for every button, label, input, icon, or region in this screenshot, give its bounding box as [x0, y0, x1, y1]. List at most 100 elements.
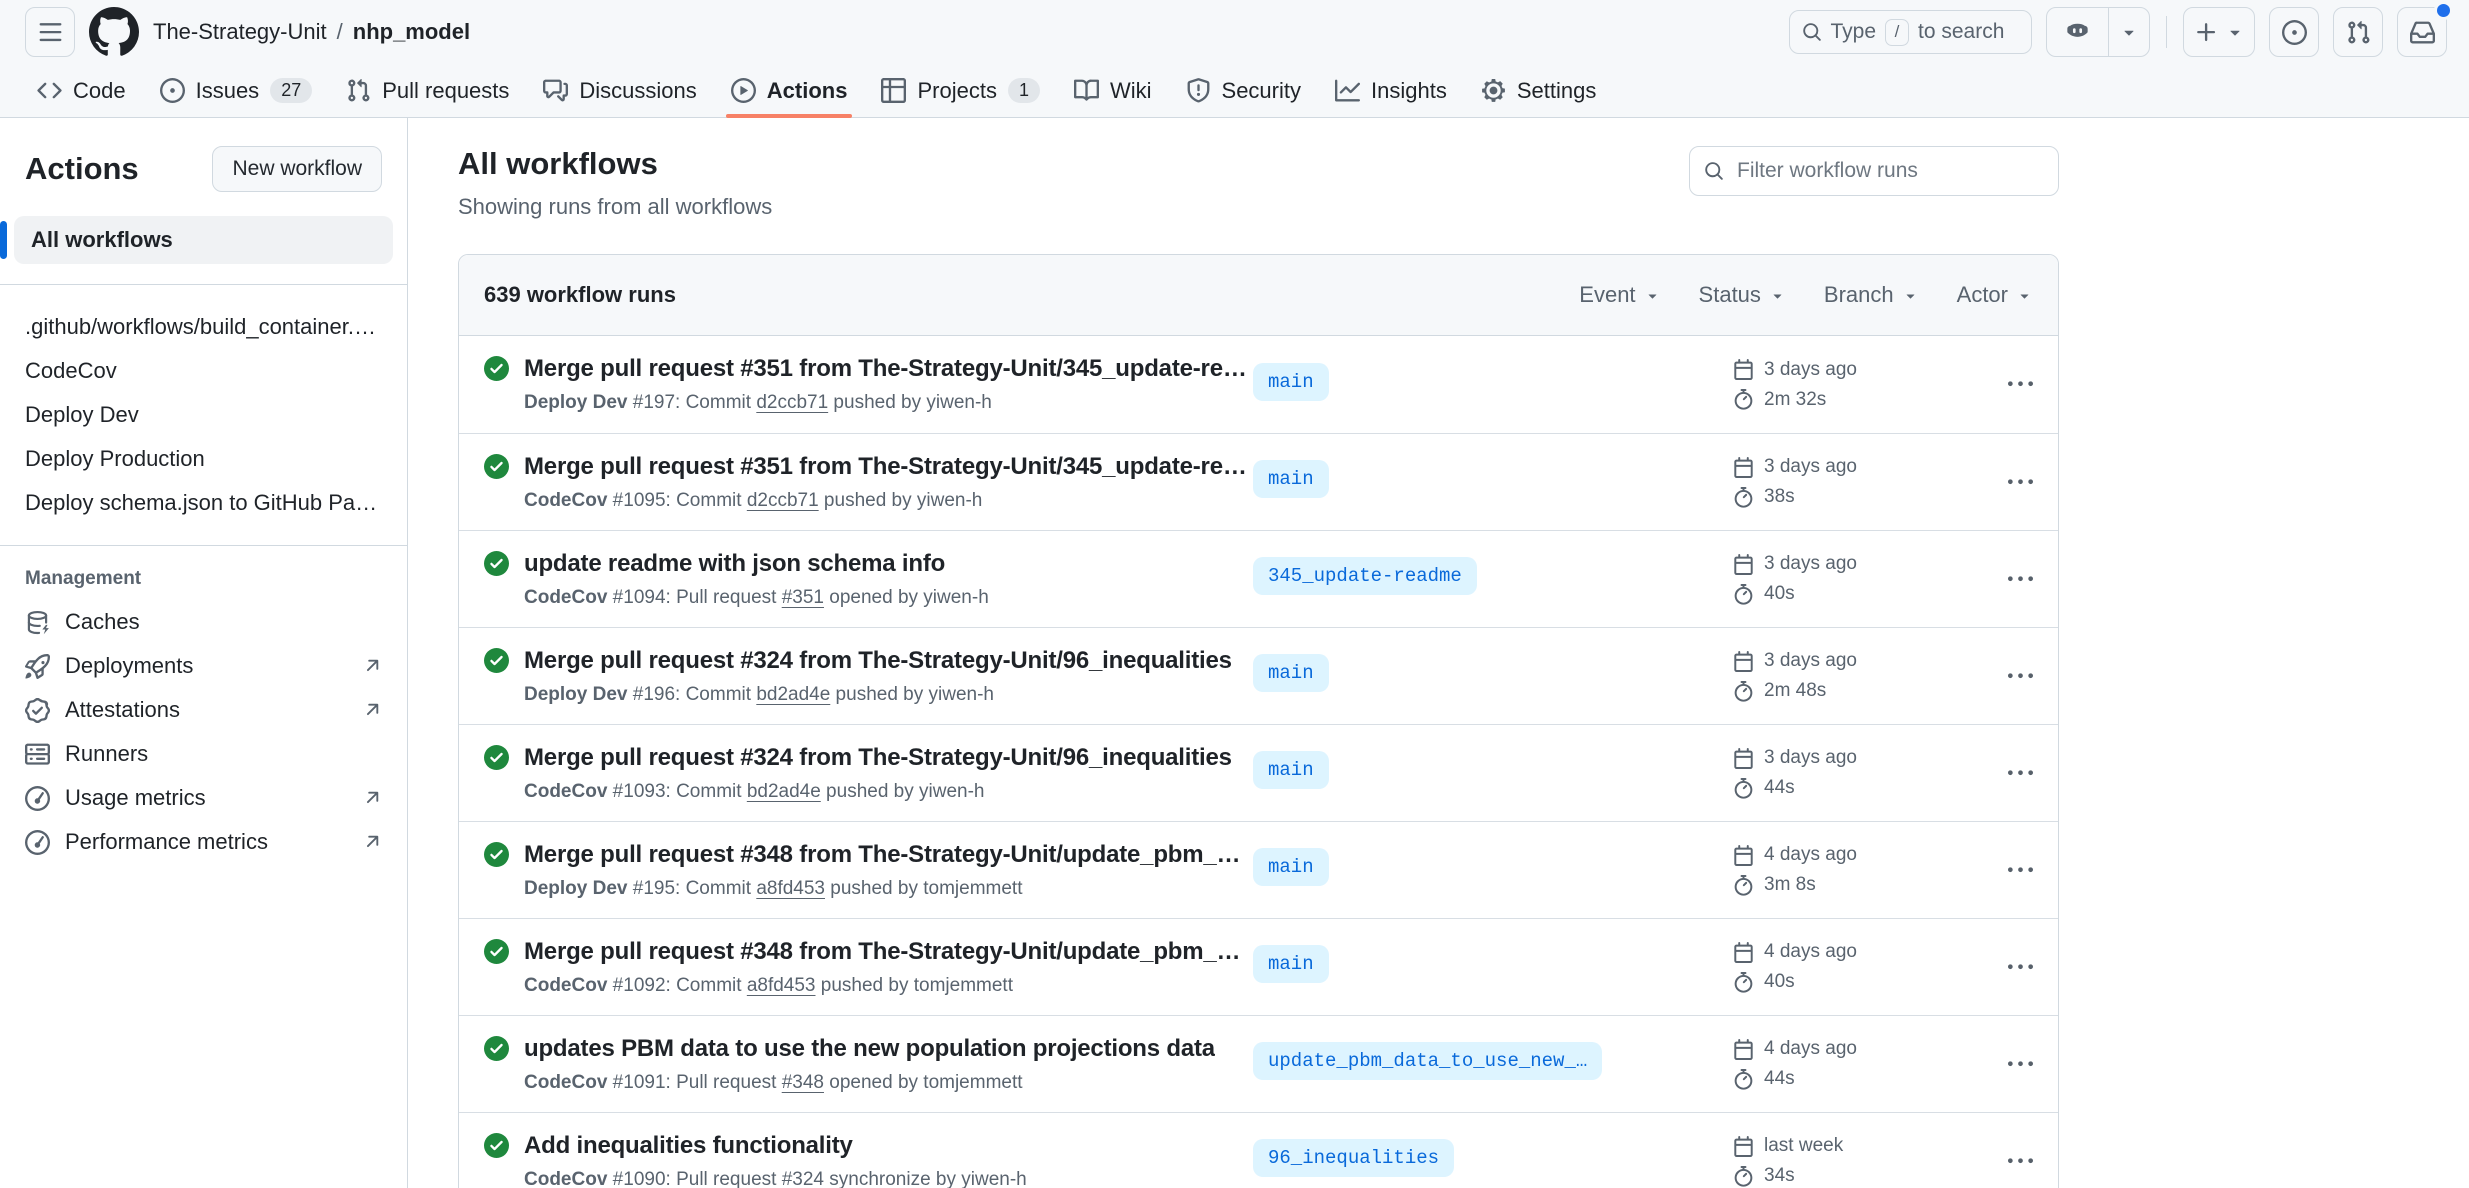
workflow-link[interactable]: .github/workflows/build_container.yaml: [25, 305, 382, 349]
run-title-link[interactable]: Add inequalities functionality: [524, 1132, 1027, 1160]
branch-badge[interactable]: main: [1253, 654, 1329, 692]
run-age-label: last week: [1764, 1135, 1843, 1157]
tab-projects[interactable]: Projects1: [866, 64, 1055, 117]
filter-dropdown-status[interactable]: Status: [1699, 282, 1786, 308]
run-title-link[interactable]: Merge pull request #324 from The-Strateg…: [524, 647, 1232, 675]
run-workflow-name: CodeCov: [524, 490, 607, 511]
sidebar-item-attestations[interactable]: Attestations: [25, 688, 382, 732]
search-placeholder-after: to search: [1918, 20, 2004, 44]
run-commit-link[interactable]: a8fd453: [756, 878, 825, 899]
repo-tabs: CodeIssues27Pull requestsDiscussionsActi…: [0, 64, 2469, 118]
run-description: CodeCov #1094: Pull request #351 opened …: [524, 587, 989, 609]
tab-wiki[interactable]: Wiki: [1059, 64, 1167, 117]
run-meta: 4 days ago3m 8s: [1733, 844, 1983, 896]
branch-badge[interactable]: main: [1253, 945, 1329, 983]
sidebar-item-usage-metrics[interactable]: Usage metrics: [25, 776, 382, 820]
issues-dashboard-button[interactable]: [2269, 7, 2319, 57]
run-text-block: update readme with json schema info CodeC…: [524, 550, 989, 609]
breadcrumb-owner[interactable]: The-Strategy-Unit: [153, 19, 327, 45]
tab-issues[interactable]: Issues27: [145, 64, 328, 117]
sidebar-item-runners[interactable]: Runners: [25, 732, 382, 776]
branch-badge[interactable]: 345_update-readme: [1253, 557, 1477, 595]
run-options-button[interactable]: [1983, 955, 2033, 980]
branch-badge[interactable]: main: [1253, 460, 1329, 498]
branch-badge[interactable]: main: [1253, 363, 1329, 401]
run-title-link[interactable]: updates PBM data to use the new populati…: [524, 1035, 1215, 1063]
filter-dropdown-event[interactable]: Event: [1579, 282, 1660, 308]
run-commit-link[interactable]: d2ccb71: [756, 392, 828, 413]
run-commit-link[interactable]: bd2ad4e: [747, 781, 821, 802]
git-pull-request-icon: [346, 78, 371, 103]
run-meta: 4 days ago40s: [1733, 941, 1983, 993]
tab-settings[interactable]: Settings: [1466, 64, 1612, 117]
run-duration-label: 44s: [1764, 1068, 1795, 1090]
run-duration: 34s: [1733, 1165, 1983, 1187]
run-title-link[interactable]: Merge pull request #351 from The-Strateg…: [524, 355, 1253, 383]
page-title: All workflows: [458, 146, 772, 182]
new-workflow-button[interactable]: New workflow: [212, 146, 382, 192]
workflow-link[interactable]: CodeCov: [25, 349, 382, 393]
global-search-button[interactable]: Type / to search: [1789, 10, 2032, 54]
branch-badge[interactable]: main: [1253, 751, 1329, 789]
run-options-button[interactable]: [1983, 372, 2033, 397]
tab-security[interactable]: Security: [1171, 64, 1316, 117]
run-duration: 40s: [1733, 971, 1983, 993]
sidebar-item-all-workflows[interactable]: All workflows: [14, 216, 393, 264]
github-mark-icon: [89, 7, 139, 57]
run-title-link[interactable]: update readme with json schema info: [524, 550, 989, 578]
run-commit-link[interactable]: #348: [782, 1072, 824, 1093]
run-options-button[interactable]: [1983, 1149, 2033, 1174]
filter-dropdown-label: Status: [1699, 282, 1761, 308]
run-options-button[interactable]: [1983, 664, 2033, 689]
branch-badge[interactable]: main: [1253, 848, 1329, 886]
run-options-button[interactable]: [1983, 1052, 2033, 1077]
run-age: 3 days ago: [1733, 553, 1983, 575]
run-title-link[interactable]: Merge pull request #348 from The-Strateg…: [524, 938, 1253, 966]
pull-requests-dashboard-button[interactable]: [2333, 7, 2383, 57]
run-meta: 3 days ago2m 32s: [1733, 359, 1983, 411]
breadcrumb-repo[interactable]: nhp_model: [353, 19, 470, 45]
run-commit-link[interactable]: a8fd453: [747, 975, 816, 996]
runs-filter-dropdowns: Event Status Branch Actor: [1579, 282, 2033, 308]
branch-badge[interactable]: update_pbm_data_to_use_new_…: [1253, 1042, 1602, 1080]
stopwatch-icon: [1733, 972, 1754, 993]
tab-actions[interactable]: Actions: [716, 64, 863, 117]
run-commit-link[interactable]: #324: [782, 1169, 824, 1188]
run-commit-link[interactable]: bd2ad4e: [756, 684, 830, 705]
sidebar-item-performance-metrics[interactable]: Performance metrics: [25, 820, 382, 864]
copilot-dropdown-button[interactable]: [2109, 8, 2149, 56]
stopwatch-icon: [1733, 389, 1754, 410]
filter-workflow-runs-input[interactable]: [1735, 158, 2044, 184]
run-options-button[interactable]: [1983, 761, 2033, 786]
hamburger-menu-button[interactable]: [25, 7, 75, 57]
tab-discussions[interactable]: Discussions: [528, 64, 711, 117]
run-title-link[interactable]: Merge pull request #324 from The-Strateg…: [524, 744, 1232, 772]
sidebar-item-caches[interactable]: Caches: [25, 600, 382, 644]
branch-badge[interactable]: 96_inequalities: [1253, 1139, 1454, 1177]
run-options-button[interactable]: [1983, 567, 2033, 592]
workflow-link[interactable]: Deploy Production: [25, 437, 382, 481]
run-title-link[interactable]: Merge pull request #348 from The-Strateg…: [524, 841, 1253, 869]
copilot-button[interactable]: [2047, 8, 2109, 56]
sidebar-item-deployments[interactable]: Deployments: [25, 644, 382, 688]
github-logo[interactable]: [89, 7, 139, 57]
run-commit-link[interactable]: #351: [782, 587, 824, 608]
tab-pull-requests[interactable]: Pull requests: [331, 64, 524, 117]
run-meta: 3 days ago44s: [1733, 747, 1983, 799]
workflow-link[interactable]: Deploy Dev: [25, 393, 382, 437]
tab-code[interactable]: Code: [22, 64, 141, 117]
run-text-block: Merge pull request #351 from The-Strateg…: [524, 453, 1253, 512]
workflow-link[interactable]: Deploy schema.json to GitHub Pages: [25, 481, 382, 525]
tab-insights[interactable]: Insights: [1320, 64, 1462, 117]
run-commit-link[interactable]: d2ccb71: [747, 490, 819, 511]
notifications-inbox-button[interactable]: [2397, 7, 2447, 57]
kebab-menu-icon: [2008, 1052, 2033, 1077]
run-options-button[interactable]: [1983, 470, 2033, 495]
run-duration-label: 40s: [1764, 971, 1795, 993]
run-title-link[interactable]: Merge pull request #351 from The-Strateg…: [524, 453, 1253, 481]
run-workflow-name: CodeCov: [524, 1072, 607, 1093]
create-new-button[interactable]: [2183, 7, 2255, 57]
filter-dropdown-branch[interactable]: Branch: [1824, 282, 1919, 308]
run-options-button[interactable]: [1983, 858, 2033, 883]
filter-dropdown-actor[interactable]: Actor: [1957, 282, 2033, 308]
